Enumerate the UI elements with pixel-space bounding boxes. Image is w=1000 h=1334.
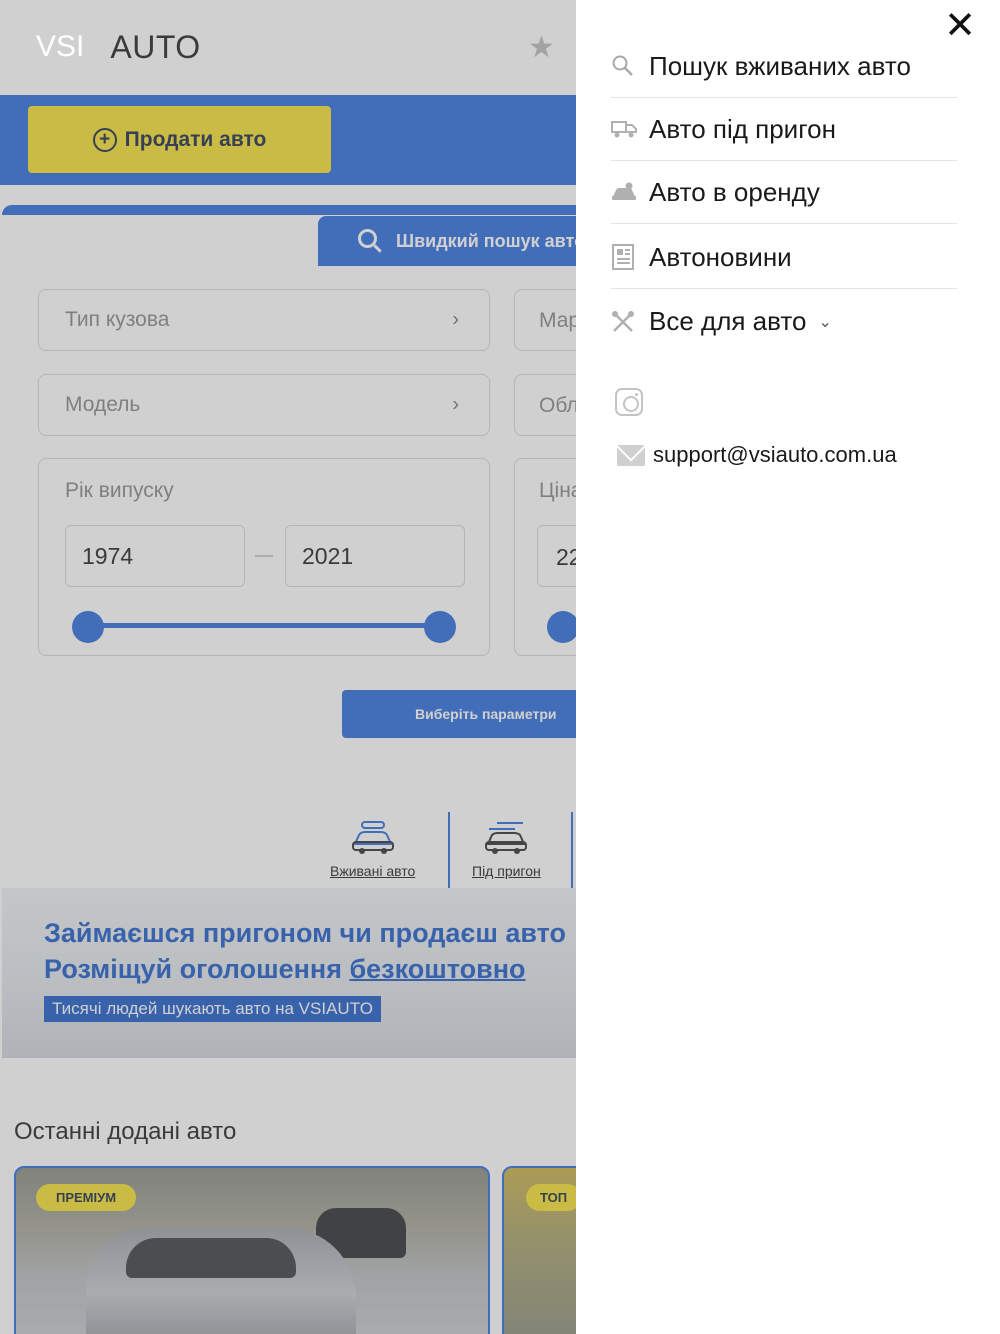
menu-item-rent-cars[interactable]: Авто в оренду: [611, 161, 957, 224]
truck-icon: [611, 114, 649, 144]
instagram-icon[interactable]: [615, 388, 643, 416]
support-email-text: support@vsiauto.com.ua: [653, 442, 897, 467]
background-page: VSI AUTO ★ + Продати авто Швидкий пошук …: [0, 0, 576, 1334]
support-email-link[interactable]: support@vsiauto.com.ua: [617, 442, 897, 468]
car-rent-icon: [611, 177, 649, 207]
tools-icon: [611, 307, 649, 337]
menu-item-label: Пошук вживаних авто: [649, 50, 911, 81]
news-icon: [611, 242, 649, 272]
menu-item-news[interactable]: Автоновини: [611, 226, 957, 289]
menu-item-label: Все для авто: [649, 306, 807, 336]
menu-item-used-cars[interactable]: Пошук вживаних авто: [611, 35, 957, 98]
menu-item-label: Автоновини: [649, 241, 792, 272]
logo-text-vsi: VSI: [36, 30, 85, 63]
search-icon: [611, 51, 649, 81]
menu-item-label: Авто під пригон: [649, 113, 836, 144]
envelope-icon: [617, 444, 645, 466]
menu-item-import-cars[interactable]: Авто під пригон: [611, 98, 957, 161]
menu-item-car-goods[interactable]: Все для авто ⌄: [611, 290, 957, 353]
drawer-backdrop[interactable]: [0, 0, 576, 1334]
menu-item-label: Авто в оренду: [649, 176, 820, 207]
chevron-down-icon: ⌄: [818, 313, 832, 331]
